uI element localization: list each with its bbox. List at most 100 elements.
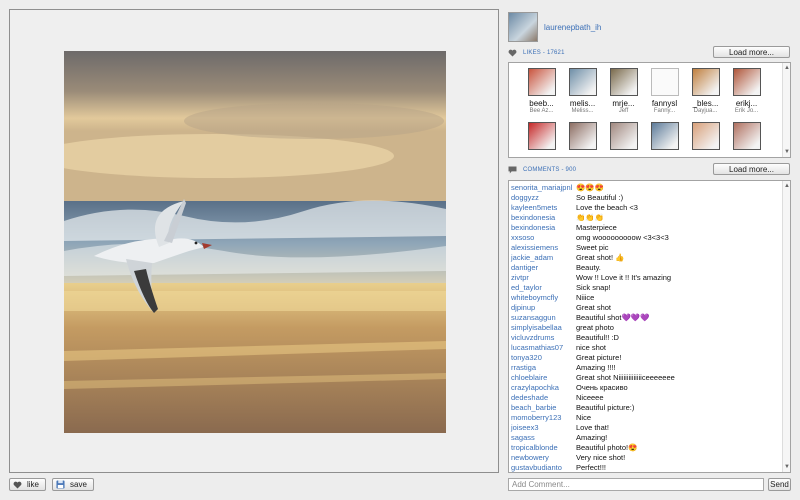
liker-item[interactable]: [521, 122, 562, 150]
liker-item[interactable]: [726, 122, 767, 150]
comment-username[interactable]: bexindonesia: [509, 213, 576, 223]
liker-avatar[interactable]: [732, 122, 761, 150]
liker-avatar[interactable]: [650, 122, 679, 150]
comment-text: Beauty.: [576, 263, 601, 272]
comments-header: COMMENTS - 900 Load more...: [508, 163, 790, 176]
liker-username[interactable]: mrje...: [612, 99, 634, 108]
comment-username[interactable]: crazylapochka: [509, 383, 576, 393]
comment-username[interactable]: senorita_mariajpnl: [509, 183, 576, 193]
comment-text: Очень красиво: [576, 383, 628, 392]
comment-row: djpinup Great shot: [509, 303, 790, 313]
comment-username[interactable]: dantiger: [509, 263, 576, 273]
comment-row: beach_barbie Beautiful picture:): [509, 403, 790, 413]
likes-grid: beeb... Bee Az... melis... Meliss... mrje...…: [509, 63, 790, 150]
liker-username[interactable]: erikj...: [736, 99, 757, 108]
comment-row: whiteboymcfly Niiice: [509, 293, 790, 303]
post-photo[interactable]: [64, 51, 446, 433]
comment-username[interactable]: whiteboymcfly: [509, 293, 576, 303]
comment-row: zivtpr Wow !! Love it !! It's amazing: [509, 273, 790, 283]
comments-count: COMMENTS - 900: [523, 167, 577, 173]
add-comment-input[interactable]: [508, 478, 764, 491]
liker-avatar[interactable]: [568, 122, 597, 150]
avatar[interactable]: [508, 12, 538, 42]
scroll-up-icon[interactable]: ▲: [784, 183, 790, 189]
liker-avatar[interactable]: [568, 68, 597, 96]
comment-text: Nice: [576, 413, 592, 422]
liker-item[interactable]: melis... Meliss...: [562, 68, 603, 114]
liker-item[interactable]: [685, 122, 726, 150]
comment-username[interactable]: zivtpr: [509, 273, 576, 283]
comment-username[interactable]: xxsoso: [509, 233, 576, 243]
load-more-comments-button[interactable]: Load more...: [713, 163, 790, 175]
liker-item[interactable]: [562, 122, 603, 150]
comment-username[interactable]: simplyisabellaa: [509, 323, 576, 333]
comment-text: Sweet pic: [576, 243, 609, 252]
save-icon: [56, 480, 65, 489]
liker-item[interactable]: fannysl Fanny...: [644, 68, 685, 114]
liker-avatar[interactable]: [650, 68, 679, 96]
comment-username[interactable]: tonya320: [509, 353, 576, 363]
liker-item[interactable]: [644, 122, 685, 150]
comment-row: chloeblaire Great shot Niiiiiiiiiiiiiicee…: [509, 373, 790, 383]
comment-username[interactable]: lucasmathias07: [509, 343, 576, 353]
scroll-down-icon[interactable]: ▼: [784, 149, 790, 155]
comment-username[interactable]: joiseex3: [509, 423, 576, 433]
comment-username[interactable]: alexissiemens: [509, 243, 576, 253]
comment-text: omg wooooooooow <3<3<3: [576, 233, 669, 242]
liker-avatar[interactable]: [527, 68, 556, 96]
comment-row: rrastiga Amazing !!!!: [509, 363, 790, 373]
comment-username[interactable]: beach_barbie: [509, 403, 576, 413]
like-button[interactable]: like: [9, 478, 47, 491]
comment-username[interactable]: newbowery: [509, 453, 576, 463]
liker-item[interactable]: [603, 122, 644, 150]
comment-username[interactable]: kayleen5mets: [509, 203, 576, 213]
comment-username[interactable]: chloeblaire: [509, 373, 576, 383]
send-button[interactable]: Send: [768, 478, 791, 491]
comment-text: 😍😍😍: [576, 183, 605, 192]
comment-username[interactable]: sagass: [509, 433, 576, 443]
liker-username[interactable]: fannysl: [652, 99, 677, 108]
comment-username[interactable]: gustavbudianto: [509, 463, 576, 472]
comment-row: bexindonesia 👏👏👏: [509, 213, 790, 223]
liker-username[interactable]: beeb...: [529, 99, 553, 108]
comment-text: Beautiful photo!😍: [576, 443, 638, 452]
comment-row: bexindonesia Masterpiece: [509, 223, 790, 233]
comment-row: newbowery Very nice shot!: [509, 453, 790, 463]
comment-username[interactable]: momoberry123: [509, 413, 576, 423]
save-button[interactable]: save: [52, 478, 94, 491]
scroll-down-icon[interactable]: ▼: [784, 464, 790, 470]
comments-scrollbar[interactable]: ▲ ▼: [782, 181, 790, 472]
save-label: save: [70, 480, 87, 489]
liker-avatar[interactable]: [691, 68, 720, 96]
comment-username[interactable]: vicluvzdrums: [509, 333, 576, 343]
liker-avatar[interactable]: [609, 68, 638, 96]
load-more-likes-button[interactable]: Load more...: [713, 46, 790, 58]
comment-username[interactable]: djpinup: [509, 303, 576, 313]
comment-row: ed_taylor Sick snap!: [509, 283, 790, 293]
liker-avatar[interactable]: [527, 122, 556, 150]
comment-username[interactable]: tropicalblonde: [509, 443, 576, 453]
liker-avatar[interactable]: [691, 122, 720, 150]
comment-username[interactable]: rrastiga: [509, 363, 576, 373]
likes-scrollbar[interactable]: ▲ ▼: [782, 63, 790, 157]
comment-username[interactable]: dedeshade: [509, 393, 576, 403]
liker-username[interactable]: melis...: [570, 99, 595, 108]
comment-username[interactable]: jackie_adam: [509, 253, 576, 263]
scroll-up-icon[interactable]: ▲: [784, 65, 790, 71]
liker-item[interactable]: beeb... Bee Az...: [521, 68, 562, 114]
comment-username[interactable]: ed_taylor: [509, 283, 576, 293]
comment-username[interactable]: doggyzz: [509, 193, 576, 203]
liker-item[interactable]: mrje... Jeff: [603, 68, 644, 114]
username-link[interactable]: laurenepbath_ih: [544, 23, 601, 32]
comment-username[interactable]: suzansaggun: [509, 313, 576, 323]
liker-item[interactable]: _bles... Dayjua...: [685, 68, 726, 114]
comment-text: 👏👏👏: [576, 213, 605, 222]
liker-avatar[interactable]: [609, 122, 638, 150]
liker-avatar[interactable]: [732, 68, 761, 96]
liker-item[interactable]: erikj... Erik Jo...: [726, 68, 767, 114]
likes-list: beeb... Bee Az... melis... Meliss... mrje...…: [508, 62, 791, 158]
comment-username[interactable]: bexindonesia: [509, 223, 576, 233]
comment-row: joiseex3 Love that!: [509, 423, 790, 433]
liker-username[interactable]: _bles...: [693, 99, 719, 108]
post-author: laurenepbath_ih: [508, 12, 601, 42]
